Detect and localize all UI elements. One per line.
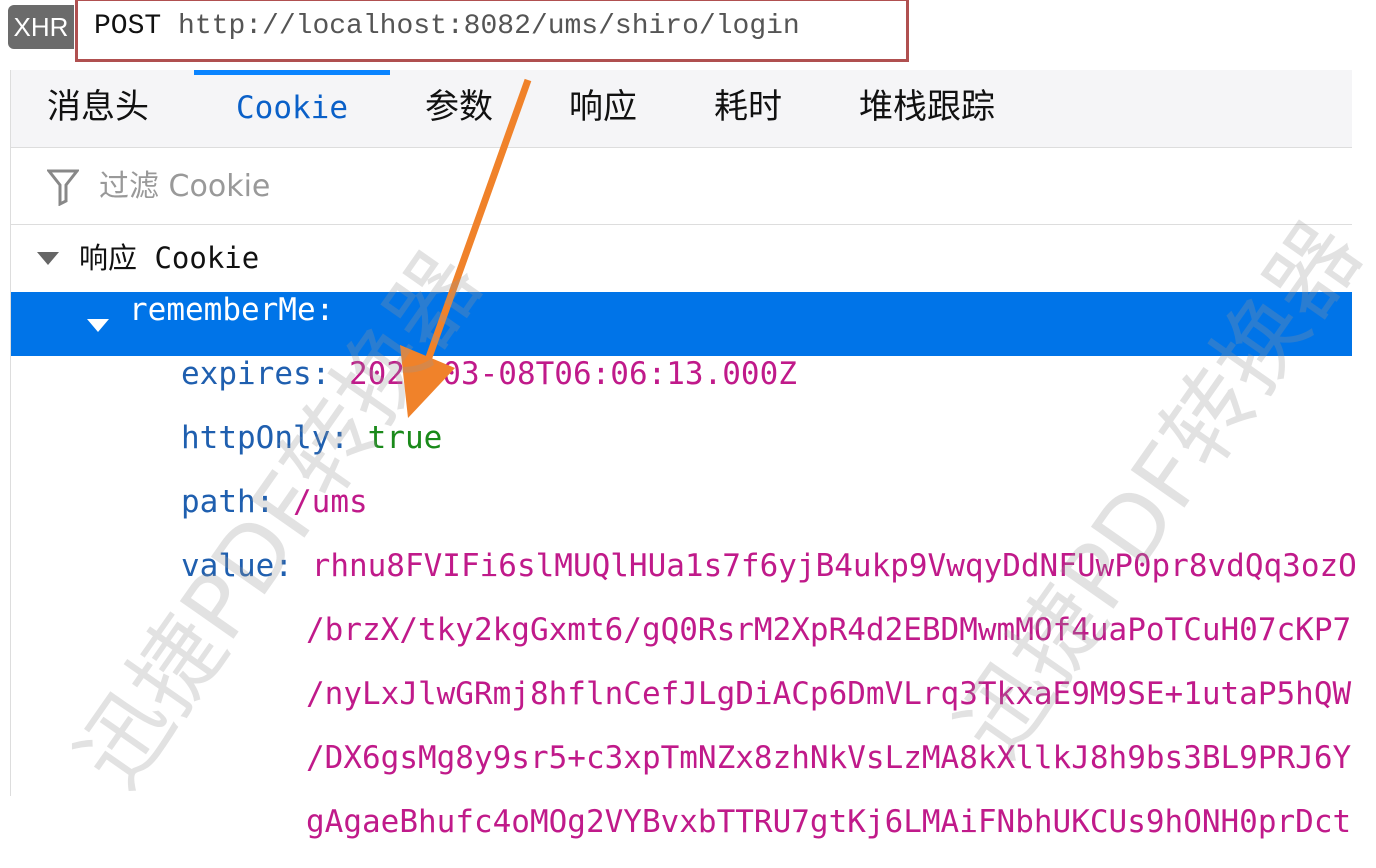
tab-timings[interactable]: 耗时 xyxy=(714,70,782,148)
cookie-field-httponly: httpOnly: true xyxy=(11,420,1352,484)
expand-triangle-icon xyxy=(37,252,59,265)
value-line: gAgaeBhufc4oMOg2VYBvxbTTRU7gtKj6LMAiFNbh… xyxy=(306,804,1352,840)
section-label: 响应 Cookie xyxy=(79,241,260,275)
request-url: http://localhost:8082/ums/shiro/login xyxy=(178,11,800,42)
field-value: true xyxy=(367,420,443,456)
value-line: /DX6gsMg8y9sr5+c3xpTmNZx8zhNkVsLzMA8kXll… xyxy=(306,740,1352,776)
response-cookie-section[interactable]: 响应 Cookie xyxy=(11,225,1352,292)
request-url-bar: POST http://localhost:8082/ums/shiro/log… xyxy=(75,0,909,62)
tab-stack-trace[interactable]: 堆栈跟踪 xyxy=(859,70,995,148)
tab-headers[interactable]: 消息头 xyxy=(47,70,149,148)
expand-triangle-icon xyxy=(87,319,109,332)
field-value: /ums xyxy=(293,484,368,520)
value-continuation: /nyLxJlwGRmj8hflnCefJLgDiACp6DmVLrq3Tkxa… xyxy=(11,676,1352,740)
value-continuation: /brzX/tky2kgGxmt6/gQ0RsrM2XpR4d2EBDMwmMO… xyxy=(11,612,1352,676)
field-key: expires: xyxy=(181,356,331,392)
field-value: rhnu8FVIFi6slMUQlHUa1s7f6yjB4ukp9VwqyDdN… xyxy=(311,548,1357,584)
value-line: /nyLxJlwGRmj8hflnCefJLgDiACp6DmVLrq3Tkxa… xyxy=(306,676,1352,712)
filter-placeholder: 过滤 Cookie xyxy=(99,169,271,204)
cookie-field-path: path: /ums xyxy=(11,484,1352,548)
cookie-name: rememberMe: xyxy=(129,292,335,328)
field-key: value: xyxy=(181,548,293,584)
field-key: httpOnly: xyxy=(181,420,349,456)
tab-params[interactable]: 参数 xyxy=(425,70,493,148)
field-value: 2020-03-08T06:06:13.000Z xyxy=(348,356,797,392)
cookie-panel: 消息头 Cookie 参数 响应 耗时 堆栈跟踪 过滤 Cookie 响应 Co… xyxy=(10,70,1357,840)
request-method: POST xyxy=(94,11,162,42)
filter-icon xyxy=(47,169,79,206)
tab-bar: 消息头 Cookie 参数 响应 耗时 堆栈跟踪 xyxy=(11,70,1352,148)
value-continuation: /DX6gsMg8y9sr5+c3xpTmNZx8zhNkVsLzMA8kXll… xyxy=(11,740,1352,804)
value-continuation: gAgaeBhufc4oMOg2VYBvxbTTRU7gtKj6LMAiFNbh… xyxy=(11,804,1352,868)
tab-cookie[interactable]: Cookie xyxy=(194,70,390,148)
value-line: /brzX/tky2kgGxmt6/gQ0RsrM2XpR4d2EBDMwmMO… xyxy=(306,612,1352,648)
filter-cookie-input[interactable]: 过滤 Cookie xyxy=(11,148,1352,225)
cookie-rememberme-row[interactable]: rememberMe: xyxy=(11,292,1352,356)
field-key: path: xyxy=(181,484,275,520)
tab-response[interactable]: 响应 xyxy=(569,70,637,148)
cookie-field-value: value: rhnu8FVIFi6slMUQlHUa1s7f6yjB4ukp9… xyxy=(11,548,1357,612)
cookie-field-expires: expires: 2020-03-08T06:06:13.000Z xyxy=(11,356,1352,420)
xhr-badge: XHR xyxy=(8,5,74,49)
